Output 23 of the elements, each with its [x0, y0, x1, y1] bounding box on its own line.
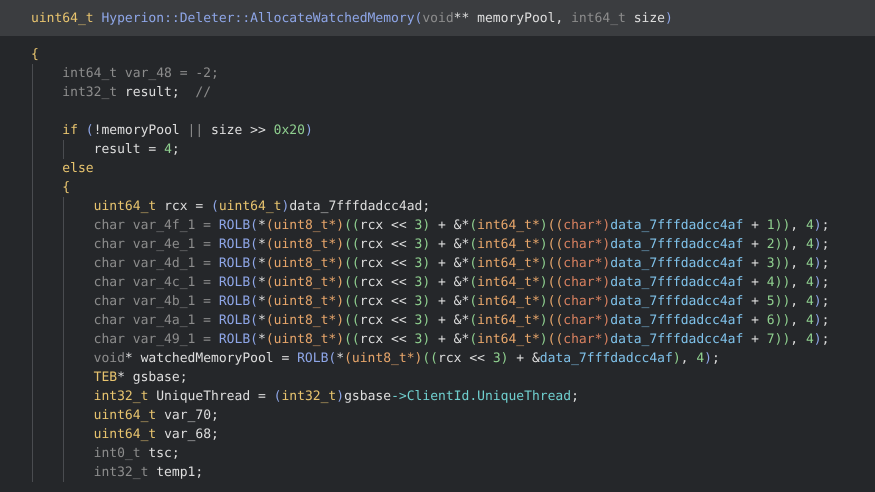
code-line: {	[31, 46, 39, 64]
code-line: int0_t tsc;	[92, 445, 180, 463]
code-line: uint64_t rcx = (uint64_t)data_7fffdadcc4ad;	[92, 198, 430, 216]
code-line: char var_49_1 = ROLB(*(uint8_t*)((rcx << 3) + &*(int64_t*)((char*)data_7fffdadcc4af + 7)), 4);	[92, 331, 830, 349]
code-line: char var_4e_1 = ROLB(*(uint8_t*)((rcx << 3) + &*(int64_t*)((char*)data_7fffdadcc4af + 2)), 4);	[92, 236, 830, 254]
code-line: TEB* gsbase;	[92, 369, 188, 387]
code-line: {	[61, 179, 70, 197]
code-line: uint64_t var_68;	[92, 426, 219, 444]
code-line: void* watchedMemoryPool = ROLB(*(uint8_t*)((rcx << 3) + &data_7fffdadcc4af), 4);	[92, 350, 720, 368]
code-line: int32_t temp1;	[92, 464, 204, 482]
code-line: char var_4f_1 = ROLB(*(uint8_t*)((rcx << 3) + &*(int64_t*)((char*)data_7fffdadcc4af + 1)), 4);	[92, 217, 830, 235]
code-line: result = 4;	[92, 141, 180, 159]
code-line: char var_4c_1 = ROLB(*(uint8_t*)((rcx << 3) + &*(int64_t*)((char*)data_7fffdadcc4af + 4)), 4);	[92, 274, 830, 292]
code-line: else	[61, 160, 94, 178]
code-line: int64_t var_48 = -2;	[61, 65, 219, 83]
code-line: char var_4b_1 = ROLB(*(uint8_t*)((rcx << 3) + &*(int64_t*)((char*)data_7fffdadcc4af + 5)), 4);	[92, 293, 830, 311]
code-line: int32_t UniqueThread = (int32_t)gsbase->ClientId.UniqueThread;	[92, 388, 579, 406]
code-line: char var_4a_1 = ROLB(*(uint8_t*)((rcx << 3) + &*(int64_t*)((char*)data_7fffdadcc4af + 6)), 4);	[92, 312, 830, 330]
code-line: if (!memoryPool || size >> 0x20)	[61, 122, 313, 140]
function-signature: uint64_t Hyperion::Deleter::AllocateWatchedMemory(void** memoryPool, int64_t size)	[31, 10, 673, 28]
code-line: uint64_t var_70;	[92, 407, 219, 425]
code-line: char var_4d_1 = ROLB(*(uint8_t*)((rcx << 3) + &*(int64_t*)((char*)data_7fffdadcc4af + 3)), 4);	[92, 255, 830, 273]
code-line: int32_t result; //	[61, 84, 212, 102]
